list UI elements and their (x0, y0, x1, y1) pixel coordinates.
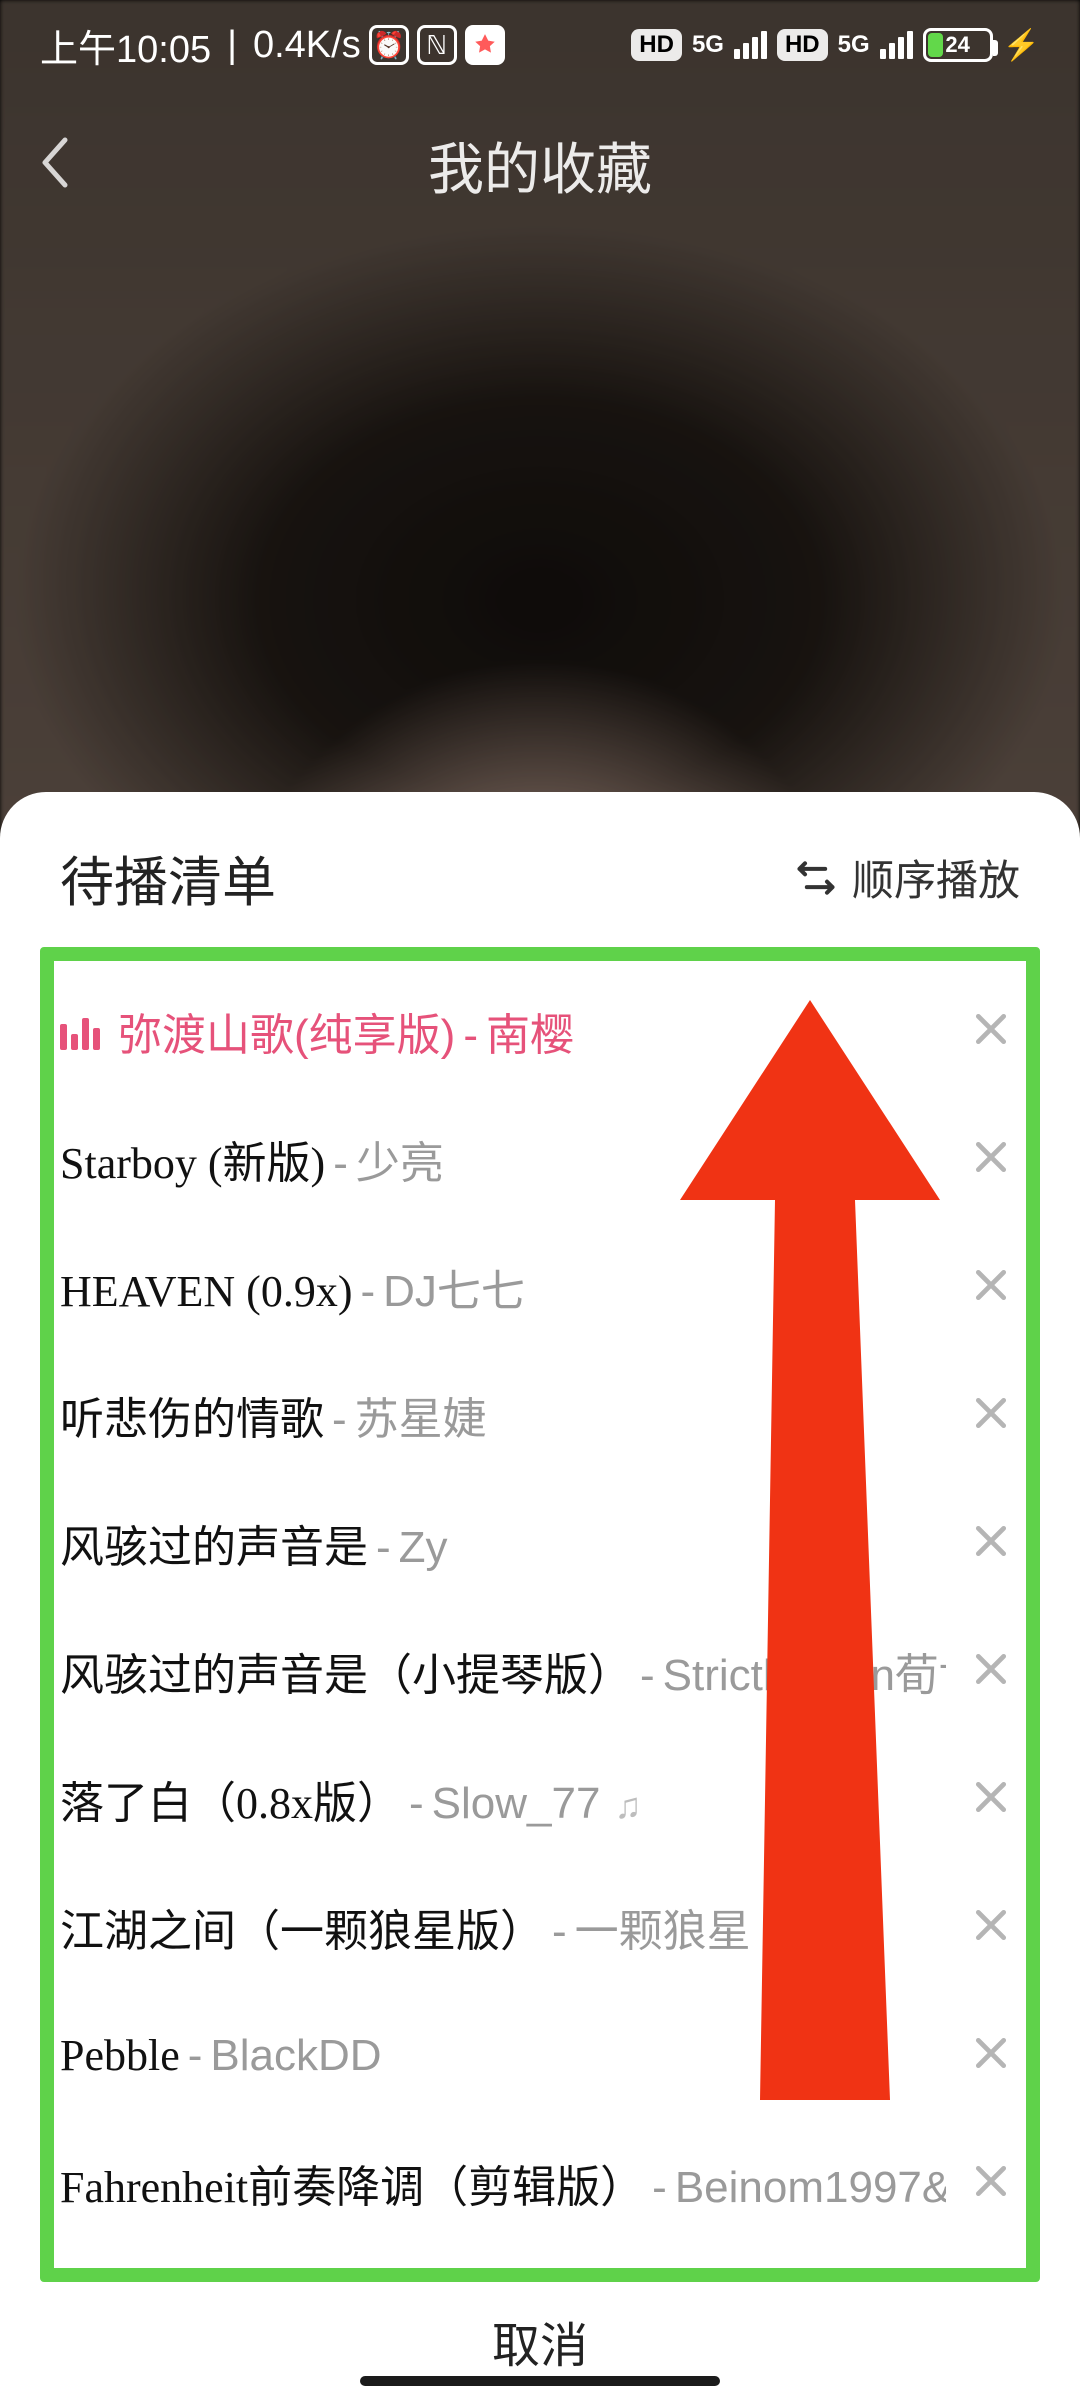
sheet-title: 待播清单 (60, 838, 276, 917)
song-row[interactable]: 弥渡山歌(纯享版) - 南樱 (60, 967, 1020, 1095)
song-title: 风骇过的声音是（小提琴版） (60, 1639, 632, 1703)
status-separator: | (227, 24, 237, 67)
page-header: 我的收藏 (0, 100, 1080, 230)
signal-icon-1 (734, 31, 767, 59)
music-note-icon: ♫ (614, 1785, 641, 1827)
song-artist: Strictlyviolin荀博… (663, 1639, 946, 1703)
song-main: 听悲伤的情歌 - 苏星婕 (60, 1383, 946, 1447)
status-right: HD 5G HD 5G 24 ⚡ (631, 28, 1040, 63)
playlist-sheet: 待播清单 顺序播放 弥渡山歌(纯享版) - 南樱 Starboy (新版) - 少… (0, 792, 1080, 2400)
battery-percent: 24 (926, 32, 990, 58)
song-title: 弥渡山歌(纯享版) (118, 999, 455, 1063)
song-main: HEAVEN (0.9x) - DJ七七 (60, 1255, 946, 1319)
song-separator: - (333, 1139, 348, 1189)
sequential-play-icon (794, 856, 838, 900)
song-main: 风骇过的声音是（小提琴版） - Strictlyviolin荀博… (60, 1639, 946, 1703)
song-separator: - (376, 1523, 391, 1573)
song-row[interactable]: Starboy (新版) - 少亮 (60, 1095, 1020, 1223)
remove-song-button[interactable] (962, 1384, 1020, 1447)
remove-song-button[interactable] (962, 1512, 1020, 1575)
remove-song-button[interactable] (962, 2024, 1020, 2087)
now-playing-icon (60, 1018, 100, 1050)
playlist-list[interactable]: 弥渡山歌(纯享版) - 南樱 Starboy (新版) - 少亮 HEAVEN (0… (40, 947, 1040, 2282)
page-title: 我的收藏 (428, 125, 652, 206)
back-button[interactable] (40, 138, 70, 193)
hd-badge-1: HD (631, 29, 682, 61)
song-artist: Zy (399, 1523, 448, 1573)
play-mode-label: 顺序播放 (852, 847, 1020, 908)
remove-song-button[interactable] (962, 1640, 1020, 1703)
song-separator: - (332, 1395, 347, 1445)
song-title: Starboy (新版) (60, 1127, 325, 1191)
song-title: 听悲伤的情歌 (60, 1383, 324, 1447)
song-title: HEAVEN (0.9x) (60, 1266, 353, 1317)
status-left: 上午10:05 | 0.4K/s ⏰ ℕ (40, 18, 505, 73)
song-separator: - (409, 1779, 424, 1829)
remove-song-button[interactable] (962, 1000, 1020, 1063)
home-indicator[interactable] (360, 2376, 720, 2386)
song-row[interactable]: 落了白（0.8x版） - Slow_77 ♫ (60, 1735, 1020, 1863)
remove-song-button[interactable] (962, 1256, 1020, 1319)
song-row[interactable]: 风骇过的声音是（小提琴版） - Strictlyviolin荀博… (60, 1607, 1020, 1735)
song-row[interactable]: 风骇过的声音是 - Zy (60, 1479, 1020, 1607)
alarm-icon: ⏰ (369, 25, 409, 65)
song-artist: 南樱 (486, 999, 574, 1063)
song-separator: - (361, 1267, 376, 1317)
app-indicator-icon (465, 25, 505, 65)
status-bar: 上午10:05 | 0.4K/s ⏰ ℕ HD 5G HD 5G 24 ⚡ (0, 0, 1080, 90)
battery-icon: 24 (923, 28, 993, 62)
song-main: Starboy (新版) - 少亮 (60, 1127, 946, 1191)
nfc-icon: ℕ (417, 25, 457, 65)
song-separator: - (552, 1907, 567, 1957)
network-5g-1: 5G (692, 31, 724, 59)
song-row[interactable]: 听悲伤的情歌 - 苏星婕 (60, 1351, 1020, 1479)
signal-icon-2 (880, 31, 913, 59)
network-5g-2: 5G (838, 31, 870, 59)
song-artist: 少亮 (356, 1127, 444, 1191)
song-artist: Slow_77 (432, 1779, 601, 1829)
song-separator: - (652, 2163, 667, 2213)
song-row[interactable]: Fahrenheit前奏降调（剪辑版） - Beinom1997&Mu… (60, 2119, 1020, 2247)
song-main: 风骇过的声音是 - Zy (60, 1511, 946, 1575)
song-artist: 苏星婕 (355, 1383, 487, 1447)
song-main: Pebble - BlackDD (60, 2030, 946, 2081)
song-row[interactable]: HEAVEN (0.9x) - DJ七七 (60, 1223, 1020, 1351)
play-mode-button[interactable]: 顺序播放 (794, 847, 1020, 908)
song-main: 弥渡山歌(纯享版) - 南樱 (60, 999, 946, 1063)
status-time: 上午10:05 (40, 18, 211, 73)
song-title: 风骇过的声音是 (60, 1511, 368, 1575)
song-separator: - (640, 1651, 655, 1701)
charging-icon: ⚡ (1003, 28, 1040, 63)
song-artist: BlackDD (210, 2031, 381, 2081)
remove-song-button[interactable] (962, 1896, 1020, 1959)
song-separator: - (188, 2031, 203, 2081)
song-title: Fahrenheit前奏降调（剪辑版） (60, 2151, 644, 2215)
song-row[interactable]: Pebble - BlackDD (60, 1991, 1020, 2119)
song-row[interactable]: 江湖之间（一颗狼星版） - 一颗狼星 (60, 1863, 1020, 1991)
song-artist: DJ七七 (383, 1255, 525, 1319)
song-artist: 一颗狼星 (575, 1895, 751, 1959)
song-title: 江湖之间（一颗狼星版） (60, 1895, 544, 1959)
song-separator: - (463, 1011, 478, 1061)
remove-song-button[interactable] (962, 1768, 1020, 1831)
hd-badge-2: HD (777, 29, 828, 61)
song-main: Fahrenheit前奏降调（剪辑版） - Beinom1997&Mu… (60, 2151, 946, 2215)
status-net-speed: 0.4K/s (253, 24, 361, 67)
song-artist: Beinom1997&Mu… (675, 2163, 946, 2213)
song-main: 落了白（0.8x版） - Slow_77 ♫ (60, 1767, 946, 1831)
song-title: 落了白（0.8x版） (60, 1767, 401, 1831)
cancel-label: 取消 (492, 2306, 588, 2376)
remove-song-button[interactable] (962, 1128, 1020, 1191)
song-main: 江湖之间（一颗狼星版） - 一颗狼星 (60, 1895, 946, 1959)
sheet-header: 待播清单 顺序播放 (0, 792, 1080, 947)
song-title: Pebble (60, 2030, 180, 2081)
remove-song-button[interactable] (962, 2152, 1020, 2215)
